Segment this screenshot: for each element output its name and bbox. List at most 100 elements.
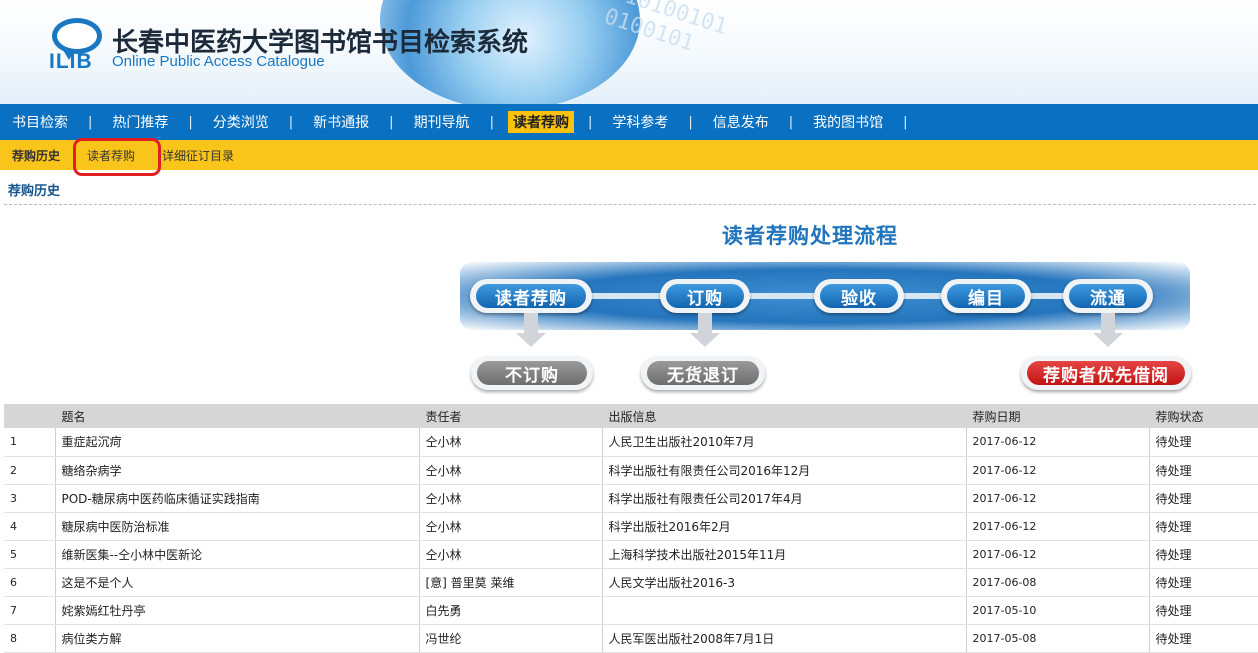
divider <box>4 204 1256 205</box>
table-header-row: 题名 责任者 出版信息 荐购日期 荐购状态 <box>4 404 1258 428</box>
flow-outcome-not-ordered: 不订购 <box>471 356 593 390</box>
nav-item-journals[interactable]: 期刊导航 <box>408 110 476 134</box>
nav-separator: | <box>489 114 494 130</box>
nav-separator: | <box>688 114 693 130</box>
table-row[interactable]: 6 这是不是个人 [意] 普里莫 莱维 人民文学出版社2016-3 2017-06-08… <box>4 568 1258 597</box>
row-number: 4 <box>4 512 56 541</box>
row-number: 1 <box>4 428 56 457</box>
table-row[interactable]: 7 姹紫嫣红牡丹亭 白先勇 2017-05-10 待处理 <box>4 596 1258 625</box>
col-header-title[interactable]: 题名 <box>55 404 420 428</box>
down-arrow-icon <box>690 313 720 347</box>
nav-item-subject-reference[interactable]: 学科参考 <box>606 110 674 134</box>
book-publisher: 人民卫生出版社2010年7月 <box>602 428 967 457</box>
book-publisher: 科学出版社有限责任公司2017年4月 <box>602 484 967 513</box>
nav-separator: | <box>389 114 394 130</box>
recommend-status: 待处理 <box>1149 428 1258 457</box>
nav-separator: | <box>587 114 593 130</box>
book-author: 仝小林 <box>419 540 603 569</box>
flow-outcome-out-of-stock: 无货退订 <box>641 356 765 390</box>
subnav-reader-recommend[interactable]: 读者荐购 <box>73 137 162 176</box>
col-header-publisher[interactable]: 出版信息 <box>602 404 967 428</box>
site-subtitle: Online Public Access Catalogue <box>112 53 325 70</box>
book-title[interactable]: 姹紫嫣红牡丹亭 <box>55 596 420 625</box>
book-title[interactable]: 病位类方解 <box>55 624 420 653</box>
flow-step-circulation: 流通 <box>1063 279 1153 313</box>
book-publisher: 人民军医出版社2008年7月1日 <box>602 624 967 653</box>
flow-step-label: 流通 <box>1069 284 1147 309</box>
recommend-date: 2017-05-10 <box>966 596 1150 625</box>
subnav-recommend-history[interactable]: 荐购历史 <box>12 147 60 164</box>
col-header-no <box>4 404 56 428</box>
table-row[interactable]: 2 糖络杂病学 仝小林 科学出版社有限责任公司2016年12月 2017-06-12 待处… <box>4 456 1258 485</box>
page-header: 0101010 10100101 0100101 ILIB 长春中医药大学图书馆… <box>0 0 1258 104</box>
flow-step-label: 读者荐购 <box>476 284 586 309</box>
nav-item-my-library[interactable]: 我的图书馆 <box>807 110 889 134</box>
table-row[interactable]: 1 重症起沉疴 仝小林 人民卫生出版社2010年7月 2017-06-12 待处理 <box>4 428 1258 457</box>
nav-item-catalog-search[interactable]: 书目检索 <box>6 110 74 134</box>
col-header-status[interactable]: 荐购状态 <box>1149 404 1258 428</box>
row-number: 3 <box>4 484 56 513</box>
book-author: 仝小林 <box>419 456 603 485</box>
recommend-date: 2017-05-08 <box>966 624 1150 653</box>
recommend-date: 2017-06-08 <box>966 568 1150 597</box>
book-title[interactable]: 糖尿病中医防治标准 <box>55 512 420 541</box>
book-publisher: 人民文学出版社2016-3 <box>602 568 967 597</box>
nav-separator: | <box>188 114 193 130</box>
recommend-status: 待处理 <box>1149 540 1258 569</box>
flow-step-reader-recommend: 读者荐购 <box>470 279 592 313</box>
flow-outcome-label: 不订购 <box>477 361 587 386</box>
recommend-history-table: 题名 责任者 出版信息 荐购日期 荐购状态 1 重症起沉疴 仝小林 人民卫生出版社20… <box>4 404 1258 653</box>
table-row[interactable]: 5 维新医集--仝小林中医新论 仝小林 上海科学技术出版社2015年11月 2017-0… <box>4 540 1258 569</box>
page-title: 荐购历史 <box>8 184 61 199</box>
book-title[interactable]: 糖络杂病学 <box>55 456 420 485</box>
book-title[interactable]: 这是不是个人 <box>55 568 420 597</box>
table-row[interactable]: 3 POD-糖尿病中医药临床循证实践指南 仝小林 科学出版社有限责任公司2017年4月… <box>4 484 1258 513</box>
flow-step-label: 订购 <box>666 284 744 309</box>
flow-outcome-label: 无货退订 <box>647 361 759 386</box>
recommend-status: 待处理 <box>1149 512 1258 541</box>
nav-item-browse-classification[interactable]: 分类浏览 <box>207 110 275 134</box>
table-row[interactable]: 8 病位类方解 冯世纶 人民军医出版社2008年7月1日 2017-05-08 待处理 <box>4 624 1258 653</box>
flow-outcome-priority-borrow: 荐购者优先借阅 <box>1021 356 1191 390</box>
recommend-status: 待处理 <box>1149 596 1258 625</box>
flow-step-accept: 验收 <box>814 279 904 313</box>
nav-separator: | <box>903 114 908 130</box>
book-author: 仝小林 <box>419 484 603 513</box>
nav-separator: | <box>288 114 294 130</box>
flow-title: 读者荐购处理流程 <box>722 224 898 248</box>
book-author: 冯世纶 <box>419 624 603 653</box>
book-title[interactable]: 维新医集--仝小林中医新论 <box>55 540 420 569</box>
book-author: 仝小林 <box>419 428 603 457</box>
nav-item-reader-recommend[interactable]: 读者荐购 <box>507 111 574 133</box>
flow-step-order: 订购 <box>660 279 750 313</box>
col-header-date[interactable]: 荐购日期 <box>966 404 1150 428</box>
col-header-author[interactable]: 责任者 <box>419 404 603 428</box>
recommend-date: 2017-06-12 <box>966 456 1150 485</box>
row-number: 2 <box>4 456 56 485</box>
subnav-order-catalog[interactable]: 详细征订目录 <box>162 147 234 164</box>
book-author: 白先勇 <box>419 596 603 625</box>
book-title[interactable]: POD-糖尿病中医药临床循证实践指南 <box>55 484 420 513</box>
book-title[interactable]: 重症起沉疴 <box>55 428 420 457</box>
book-publisher: 上海科学技术出版社2015年11月 <box>602 540 967 569</box>
recommend-date: 2017-06-12 <box>966 512 1150 541</box>
sub-nav: 荐购历史 读者荐购 详细征订目录 <box>0 137 1258 176</box>
nav-item-new-books[interactable]: 新书通报 <box>307 110 375 134</box>
recommend-date: 2017-06-12 <box>966 428 1150 457</box>
recommend-status: 待处理 <box>1149 568 1258 597</box>
table-row[interactable]: 4 糖尿病中医防治标准 仝小林 科学出版社2016年2月 2017-06-12 待处理 <box>4 512 1258 541</box>
main-nav: 书目检索 | 热门推荐 | 分类浏览 | 新书通报 | 期刊导航 | 读者荐购 … <box>0 104 1258 140</box>
recommend-date: 2017-06-12 <box>966 484 1150 513</box>
logo-text: ILIB <box>49 50 93 73</box>
recommend-date: 2017-06-12 <box>966 540 1150 569</box>
logo-bubble-icon <box>52 18 102 60</box>
row-number: 7 <box>4 596 56 625</box>
recommend-status: 待处理 <box>1149 624 1258 653</box>
flow-step-label: 验收 <box>820 284 898 309</box>
row-number: 5 <box>4 540 56 569</box>
book-author: 仝小林 <box>419 512 603 541</box>
nav-item-announcements[interactable]: 信息发布 <box>707 110 775 134</box>
table-body: 1 重症起沉疴 仝小林 人民卫生出版社2010年7月 2017-06-12 待处理 2 糖络杂… <box>4 428 1258 653</box>
binary-decoration: 0101010 10100101 0100101 <box>601 0 731 57</box>
nav-item-hot-recommend[interactable]: 热门推荐 <box>106 110 174 134</box>
